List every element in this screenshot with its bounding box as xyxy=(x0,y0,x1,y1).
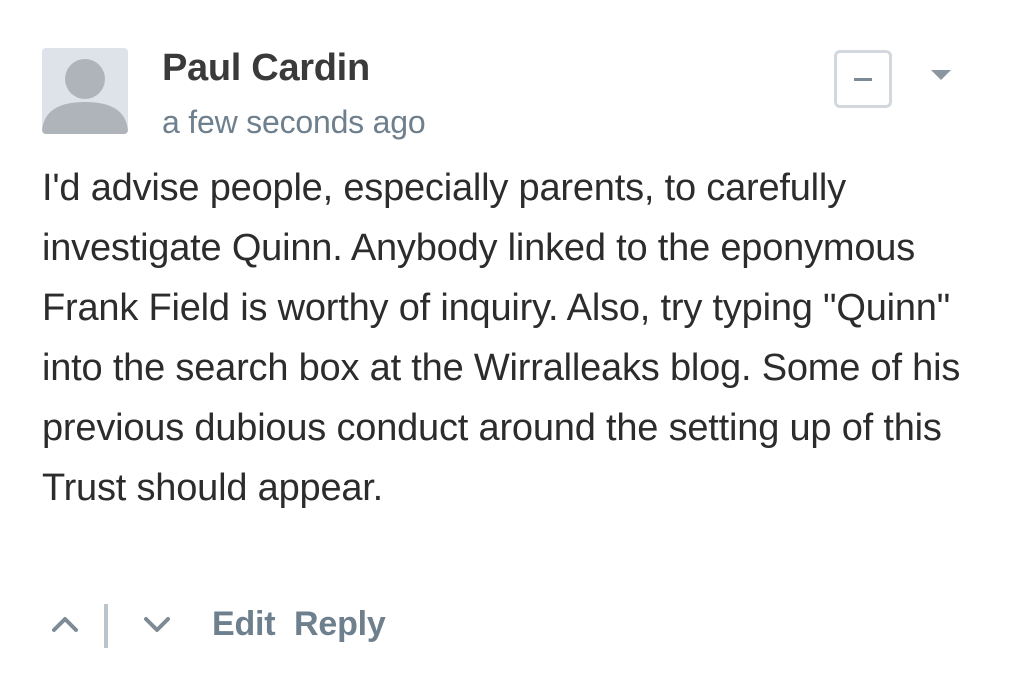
minus-icon xyxy=(854,78,872,81)
comment-body: I'd advise people, especially parents, t… xyxy=(42,167,961,509)
vote-divider xyxy=(104,604,108,648)
edit-link[interactable]: Edit xyxy=(212,600,276,648)
upvote-button[interactable] xyxy=(48,612,82,636)
comment-timestamp[interactable]: a few seconds ago xyxy=(162,100,426,144)
avatar[interactable] xyxy=(42,48,128,134)
comment-actions: Edit Reply xyxy=(42,598,642,654)
collapse-button[interactable] xyxy=(834,50,892,108)
chevron-down-icon xyxy=(144,617,170,632)
comment-card: Paul Cardin a few seconds ago I'd advise… xyxy=(0,0,1024,692)
comment-menu-button[interactable] xyxy=(926,66,956,86)
user-silhouette-icon xyxy=(42,59,128,134)
downvote-button[interactable] xyxy=(140,612,174,636)
chevron-down-icon xyxy=(931,70,951,80)
reply-link[interactable]: Reply xyxy=(294,600,386,648)
author-name[interactable]: Paul Cardin xyxy=(162,44,370,92)
chevron-up-icon xyxy=(52,617,78,632)
